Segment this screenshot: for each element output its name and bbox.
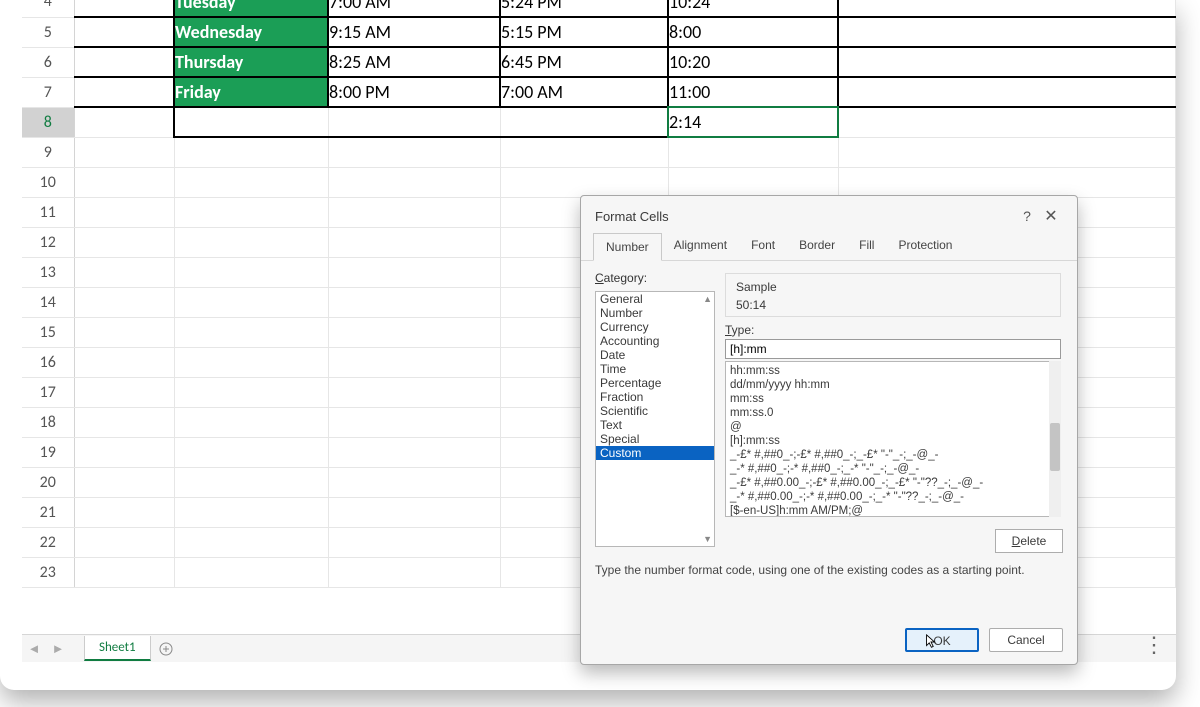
row-header[interactable]: 14 [22,287,74,317]
tab-alignment[interactable]: Alignment [662,232,739,260]
scroll-down-icon[interactable]: ▼ [703,534,712,544]
tab-fill[interactable]: Fill [847,232,886,260]
row-header[interactable]: 21 [22,497,74,527]
category-item-selected[interactable]: Custom [596,446,714,460]
row-header[interactable]: 9 [22,137,74,167]
type-options-listbox[interactable]: hh:mm:ss dd/mm/yyyy hh:mm mm:ss mm:ss.0 … [725,361,1061,517]
category-item[interactable]: Date [596,348,714,362]
more-options-icon[interactable]: ⋮ [1143,631,1166,658]
sample-label: Sample [736,280,1050,294]
cell-out[interactable]: 6:45 PM [500,47,668,77]
cell-day[interactable]: Friday [174,77,328,107]
category-item[interactable]: Currency [596,320,714,334]
dialog-title: Format Cells [595,209,1015,224]
row-header[interactable]: 12 [22,227,74,257]
cell-out[interactable]: 7:00 AM [500,77,668,107]
cell-out[interactable]: 5:24 PM [500,0,668,17]
cell-day[interactable]: Thursday [174,47,328,77]
cell-dur[interactable]: 11:00 [668,77,838,107]
category-item[interactable]: Scientific [596,404,714,418]
hint-text: Type the number format code, using one o… [595,563,1025,577]
type-scrollbar[interactable] [1049,361,1061,517]
row-header[interactable]: 4 [22,0,74,17]
tab-number[interactable]: Number [593,233,662,261]
cell-day[interactable]: Tuesday [174,0,328,17]
row-header[interactable]: 8 [22,107,74,137]
cell-out[interactable]: 5:15 PM [500,17,668,47]
tab-border[interactable]: Border [787,232,847,260]
category-item[interactable]: Accounting [596,334,714,348]
cell-dur[interactable]: 10:24 [668,0,838,17]
row-header[interactable]: 23 [22,557,74,587]
tab-protection[interactable]: Protection [886,232,964,260]
prev-sheet-button[interactable]: ◄ [22,636,46,662]
row-header[interactable]: 15 [22,317,74,347]
next-sheet-button[interactable]: ► [46,636,70,662]
dialog-tabs: Number Alignment Font Border Fill Protec… [581,232,1077,261]
close-button[interactable]: ✕ [1039,206,1063,226]
row-header[interactable]: 13 [22,257,74,287]
sample-box: Sample 50:14 [725,273,1061,317]
category-item[interactable]: General [596,292,714,306]
row-header[interactable]: 18 [22,407,74,437]
cell-dur[interactable]: 10:20 [668,47,838,77]
cell-in[interactable]: 9:15 AM [328,17,500,47]
row-header[interactable]: 11 [22,197,74,227]
format-cells-dialog: Format Cells ? ✕ Number Alignment Font B… [580,195,1078,665]
scroll-up-icon[interactable]: ▲ [703,294,712,304]
row-header[interactable]: 5 [22,17,74,47]
cancel-button[interactable]: Cancel [989,628,1063,652]
sheet-tab[interactable]: Sheet1 [84,636,151,661]
cell-in[interactable]: 8:00 PM [328,77,500,107]
row-header[interactable]: 16 [22,347,74,377]
category-item[interactable]: Time [596,362,714,376]
delete-button[interactable]: Delete [995,529,1063,553]
category-item[interactable]: Number [596,306,714,320]
help-button[interactable]: ? [1015,208,1039,224]
cell-in[interactable]: 8:25 AM [328,47,500,77]
cell-in[interactable]: 7:00 AM [328,0,500,17]
row-header[interactable]: 22 [22,527,74,557]
cell-day[interactable]: Wednesday [174,17,328,47]
row-header[interactable]: 19 [22,437,74,467]
row-header[interactable]: 20 [22,467,74,497]
scrollbar-thumb[interactable] [1050,423,1060,471]
ok-button[interactable]: OK [905,628,979,652]
category-listbox[interactable]: ▲ General Number Currency Accounting Dat… [595,291,715,547]
row-header[interactable]: 7 [22,77,74,107]
row-header[interactable]: 6 [22,47,74,77]
cell-dur[interactable]: 8:00 [668,17,838,47]
row-header[interactable]: 10 [22,167,74,197]
tab-font[interactable]: Font [739,232,787,260]
type-input[interactable] [725,339,1061,359]
category-item[interactable]: Percentage [596,376,714,390]
category-item[interactable]: Fraction [596,390,714,404]
category-item[interactable]: Text [596,418,714,432]
category-item[interactable]: Special [596,432,714,446]
sample-value: 50:14 [736,294,1050,312]
selected-cell[interactable]: 2:14 [668,107,838,137]
type-label: Type: [725,323,754,337]
row-header[interactable]: 17 [22,377,74,407]
new-sheet-button[interactable] [151,636,181,662]
